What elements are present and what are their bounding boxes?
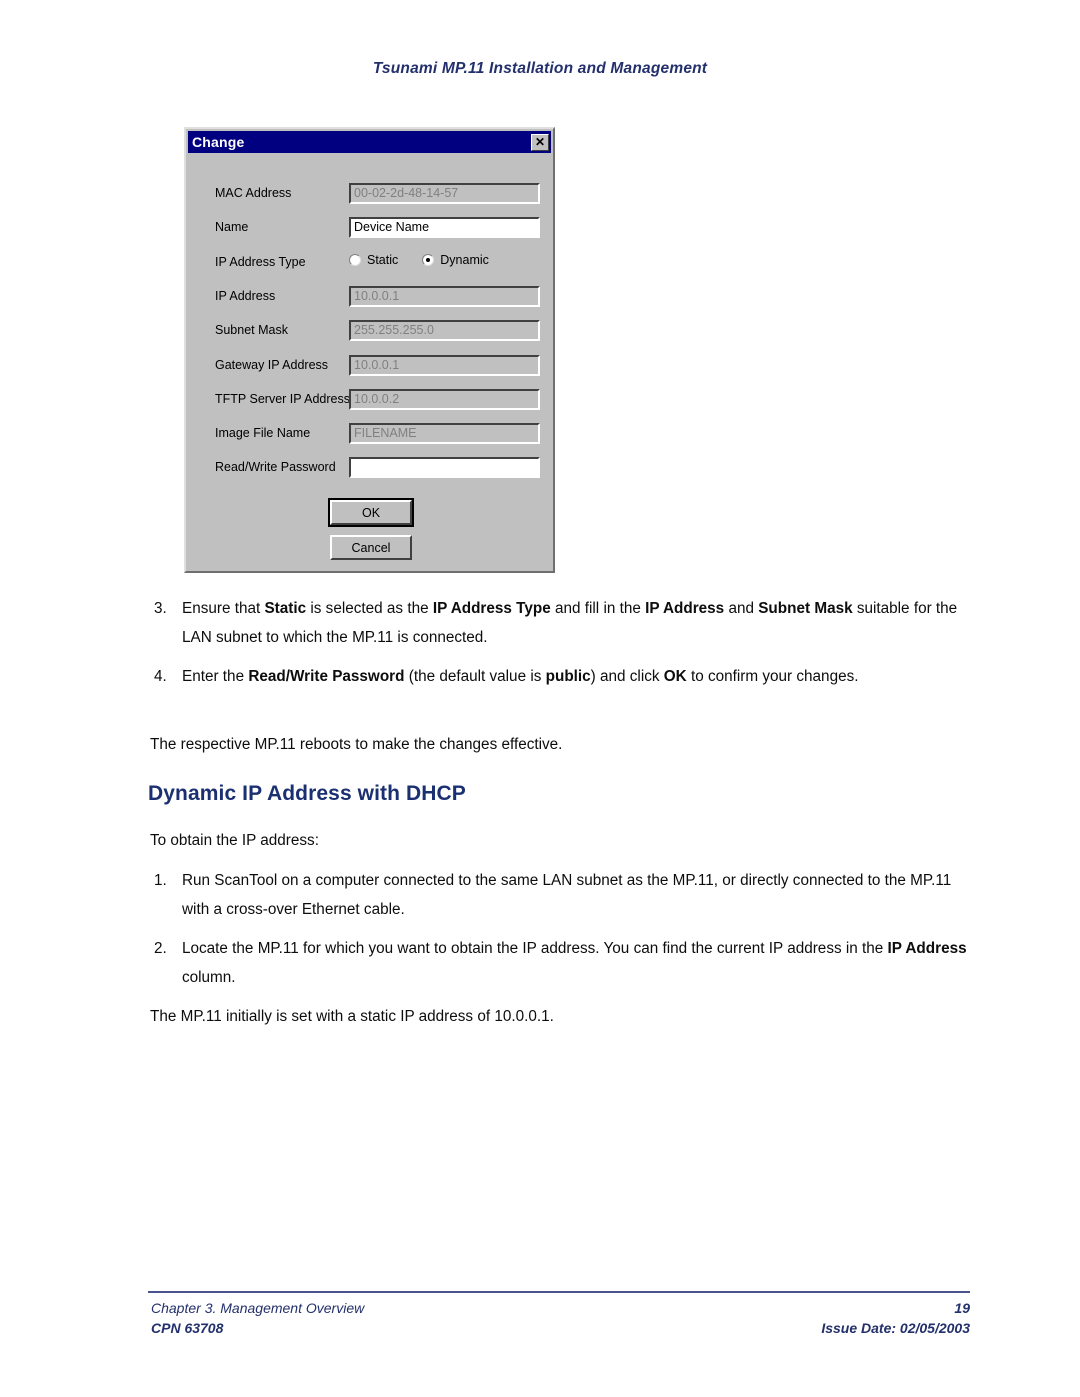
radio-option-dynamic[interactable]: Dynamic — [422, 253, 489, 267]
label-ip-address: IP Address — [215, 289, 276, 303]
step4-text-4: to confirm your changes. — [686, 668, 859, 685]
step3-text-4: and — [724, 600, 759, 617]
step3-text-2: is selected as the — [306, 600, 433, 617]
running-header: Tsunami MP.11 Installation and Managemen… — [372, 60, 708, 77]
list-number-4: 4. — [154, 668, 167, 685]
dialog-title: Change — [192, 134, 245, 150]
ok-button[interactable]: OK — [328, 498, 414, 527]
list-text-step-3: Ensure that Static is selected as the IP… — [182, 594, 970, 652]
input-name[interactable]: Device Name — [349, 217, 540, 238]
list-item-step-4: 4. Enter the Read/Write Password (the de… — [150, 662, 970, 691]
step3-bold-3: IP Address — [645, 600, 725, 617]
radio-checked-icon — [422, 254, 435, 266]
radio-label-static: Static — [367, 253, 399, 267]
list-text-step-2: Locate the MP.11 for which you want to o… — [182, 934, 970, 992]
change-dialog: Change ✕ MAC Address 00-02-2d-48-14-57 N… — [184, 127, 555, 573]
step3-text-1: Ensure that — [182, 600, 265, 617]
list-text-step-4: Enter the Read/Write Password (the defau… — [182, 662, 970, 691]
input-read-write-password[interactable] — [349, 457, 540, 478]
step4-bold-3: OK — [663, 668, 687, 685]
step4-text-2: (the default value is — [404, 668, 546, 685]
step2-text-2: column. — [182, 969, 236, 986]
radio-option-static[interactable]: Static — [349, 253, 398, 267]
label-subnet-mask: Subnet Mask — [215, 323, 288, 337]
label-mac-address: MAC Address — [215, 186, 292, 200]
dialog-titlebar: Change ✕ — [188, 131, 551, 153]
label-tftp-server-ip-address: TFTP Server IP Address — [215, 392, 351, 406]
section-heading-dynamic-ip: Dynamic IP Address with DHCP — [148, 782, 466, 805]
step4-bold-2: public — [545, 668, 591, 685]
list-number-3: 3. — [154, 600, 167, 617]
field-row-gateway-ip-address: Gateway IP Address 10.0.0.1 — [186, 355, 553, 378]
field-row-mac-address: MAC Address 00-02-2d-48-14-57 — [186, 183, 553, 206]
list-item-step-2: 2. Locate the MP.11 for which you want t… — [150, 934, 970, 992]
field-row-read-write-password: Read/Write Password — [186, 457, 553, 480]
field-row-ip-address: IP Address 10.0.0.1 — [186, 286, 553, 309]
step2-text-1: Locate the MP.11 for which you want to o… — [182, 940, 888, 957]
footer-page-number: 19 — [954, 1300, 970, 1316]
step4-text-1: Enter the — [182, 668, 249, 685]
label-image-file-name: Image File Name — [215, 426, 311, 440]
list-item-step-1: 1. Run ScanTool on a computer connected … — [150, 866, 970, 924]
paragraph-closing-note: The MP.11 initially is set with a static… — [150, 1008, 554, 1025]
input-mac-address[interactable]: 00-02-2d-48-14-57 — [349, 183, 540, 204]
label-ip-address-type: IP Address Type — [215, 255, 306, 269]
input-gateway-ip-address[interactable]: 10.0.0.1 — [349, 355, 540, 376]
step2-bold-1: IP Address — [887, 940, 967, 957]
step4-text-3: ) and click — [590, 668, 664, 685]
paragraph-intro: To obtain the IP address: — [150, 832, 319, 849]
field-row-image-file-name: Image File Name FILENAME — [186, 423, 553, 446]
input-tftp-server-ip-address[interactable]: 10.0.0.2 — [349, 389, 540, 410]
paragraph-reboot-note: The respective MP.11 reboots to make the… — [150, 736, 563, 753]
input-subnet-mask[interactable]: 255.255.255.0 — [349, 320, 540, 341]
footer-issue-date: Issue Date: 02/05/2003 — [821, 1320, 970, 1336]
step3-text-3: and fill in the — [550, 600, 646, 617]
label-gateway-ip-address: Gateway IP Address — [215, 358, 329, 372]
cancel-button[interactable]: Cancel — [330, 535, 412, 560]
field-row-ip-address-type: IP Address Type Static Dynamic — [186, 252, 553, 275]
step3-bold-2: IP Address Type — [432, 600, 551, 617]
label-read-write-password: Read/Write Password — [215, 460, 336, 474]
field-row-subnet-mask: Subnet Mask 255.255.255.0 — [186, 320, 553, 343]
footer-chapter: Chapter 3. Management Overview — [151, 1300, 365, 1316]
step3-bold-4: Subnet Mask — [758, 600, 853, 617]
radio-group-ip-address-type: Static Dynamic — [349, 253, 489, 267]
list-number-2: 2. — [154, 940, 167, 957]
input-ip-address[interactable]: 10.0.0.1 — [349, 286, 540, 307]
radio-label-dynamic: Dynamic — [440, 253, 489, 267]
list-text-step-1: Run ScanTool on a computer connected to … — [182, 872, 952, 918]
step4-bold-1: Read/Write Password — [248, 668, 405, 685]
field-row-name: Name Device Name — [186, 217, 553, 240]
list-number-1: 1. — [154, 872, 167, 889]
input-image-file-name[interactable]: FILENAME — [349, 423, 540, 444]
field-row-tftp-server-ip-address: TFTP Server IP Address 10.0.0.2 — [186, 389, 553, 412]
label-name: Name — [215, 220, 249, 234]
list-item-step-3: 3. Ensure that Static is selected as the… — [150, 594, 970, 652]
close-x-icon[interactable]: ✕ — [531, 133, 549, 151]
step3-bold-1: Static — [264, 600, 307, 617]
radio-unchecked-icon — [349, 254, 361, 266]
footer-cpn: CPN 63708 — [151, 1320, 224, 1336]
footer-divider — [148, 1291, 970, 1293]
